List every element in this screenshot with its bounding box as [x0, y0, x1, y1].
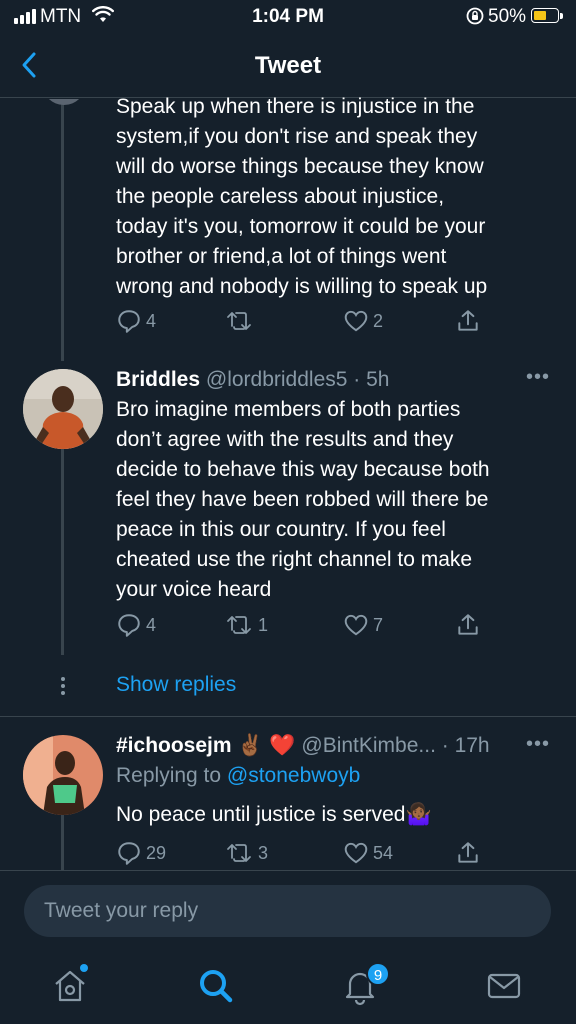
like-button[interactable]: 7 [343, 612, 383, 638]
display-name[interactable]: Briddles [116, 368, 200, 391]
reply-icon [118, 614, 140, 637]
reply-icon [118, 842, 140, 865]
divider [0, 716, 576, 717]
tweet-line: feel they have been robbed will there be [116, 488, 489, 511]
handle-and-time: @lordbriddles5 · 5h [205, 368, 390, 391]
reply-count: 29 [146, 842, 167, 863]
compose-bar: Tweet your reply [0, 870, 576, 956]
more-options-icon[interactable]: ••• [526, 733, 550, 756]
reply-count: 4 [146, 614, 157, 635]
thread-line [61, 449, 64, 655]
heart-icon [344, 614, 368, 636]
like-count: 2 [373, 310, 384, 331]
share-icon [458, 842, 478, 863]
tweet-line: the people careless about injustice, [116, 185, 445, 208]
mail-icon [487, 973, 521, 999]
search-icon [200, 970, 233, 1003]
header: Tweet [0, 34, 576, 98]
tweet-actions: 4 2 [116, 308, 496, 338]
home-icon [55, 970, 85, 1002]
avatar[interactable] [23, 735, 103, 815]
share-button[interactable] [455, 308, 481, 334]
more-options-icon[interactable]: ••• [526, 366, 550, 389]
show-replies-link[interactable]: Show replies [116, 673, 236, 697]
tweet-text: No peace until justice is served🤷🏾‍♀️ [116, 800, 556, 830]
replying-to-label: Replying to [116, 764, 222, 787]
tweet-text: Speak up when there is injustice in the … [116, 92, 556, 302]
name-emoji: ✌🏾 ❤️ [237, 734, 296, 757]
tab-search[interactable] [196, 966, 236, 1006]
tweet-line: Speak up when there is injustice in the [116, 95, 475, 118]
battery-tip [560, 13, 563, 19]
tab-messages[interactable] [484, 966, 524, 1006]
tweet-header: #ichoosejm ✌🏾 ❤️ @BintKimbe... · 17h [116, 734, 490, 758]
thread-gap-dots [60, 676, 66, 701]
thread-line [61, 815, 64, 870]
thread-line [61, 99, 64, 361]
reply-count: 4 [146, 310, 157, 331]
heart-icon [344, 842, 368, 864]
reply-input[interactable]: Tweet your reply [24, 885, 551, 937]
tweet-text: Bro imagine members of both parties don’… [116, 395, 556, 605]
tweet-line: your voice heard [116, 578, 272, 601]
tweet-actions: 29 3 54 [116, 840, 496, 870]
avatar[interactable] [42, 99, 86, 105]
tweet-line: Bro imagine members of both parties [116, 398, 461, 421]
retweet-icon [227, 844, 251, 862]
tweet-line: will do worse things because they know [116, 155, 484, 178]
retweet-count: 1 [258, 614, 269, 635]
tweet-line: wrong and nobody is willing to speak up [116, 275, 488, 298]
share-icon [458, 614, 478, 635]
rotation-lock-icon [466, 7, 484, 31]
page-title: Tweet [254, 52, 322, 79]
reply-icon [118, 310, 140, 333]
retweet-count: 3 [258, 842, 269, 863]
heart-icon [344, 310, 368, 332]
retweet-button[interactable]: 3 [226, 840, 268, 866]
tweet-line: don’t agree with the results and they [116, 428, 454, 451]
notification-badge: 9 [366, 962, 390, 986]
tweet-line: brother or friend,a lot of things went [116, 245, 447, 268]
tweet-line: system,if you don't rise and speak they [116, 125, 478, 148]
display-name[interactable]: #ichoosejm [116, 734, 232, 757]
retweet-button[interactable] [226, 308, 258, 334]
reply-button[interactable]: 4 [116, 308, 156, 334]
share-button[interactable] [455, 840, 481, 866]
retweet-button[interactable]: 1 [226, 612, 268, 638]
reply-button[interactable]: 29 [116, 840, 166, 866]
battery-percent: 50% [488, 6, 527, 27]
tab-home[interactable] [50, 966, 90, 1006]
text-emoji: 🤷🏾‍♀️ [405, 803, 432, 826]
tweet-actions: 4 1 7 [116, 612, 496, 642]
battery-icon [531, 8, 559, 23]
new-content-dot [80, 964, 88, 972]
tweet-line: No peace until justice is served [116, 803, 406, 826]
replying-to: Replying to @stonebwoyb [116, 764, 360, 788]
tweet-line: decide to behave this way because both [116, 458, 490, 481]
share-button[interactable] [455, 612, 481, 638]
like-button[interactable]: 2 [343, 308, 383, 334]
mention-link[interactable]: @stonebwoyb [227, 764, 360, 787]
like-count: 7 [373, 614, 384, 635]
tweet-line: peace in this our country. If you feel [116, 518, 446, 541]
tweet-header: Briddles @lordbriddles5 · 5h [116, 368, 389, 392]
share-icon [458, 310, 478, 331]
tweet-line: cheated use the right channel to make [116, 548, 473, 571]
retweet-icon [227, 616, 251, 634]
avatar[interactable] [23, 369, 103, 449]
like-button[interactable]: 54 [343, 840, 393, 866]
reply-button[interactable]: 4 [116, 612, 156, 638]
status-bar: MTN 1:04 PM 50% [0, 0, 576, 34]
tweet-line: today it's you, tomorrow it could be you… [116, 215, 486, 238]
retweet-icon [227, 312, 251, 330]
like-count: 54 [373, 842, 394, 863]
handle-and-time: @BintKimbe... · 17h [301, 734, 490, 757]
